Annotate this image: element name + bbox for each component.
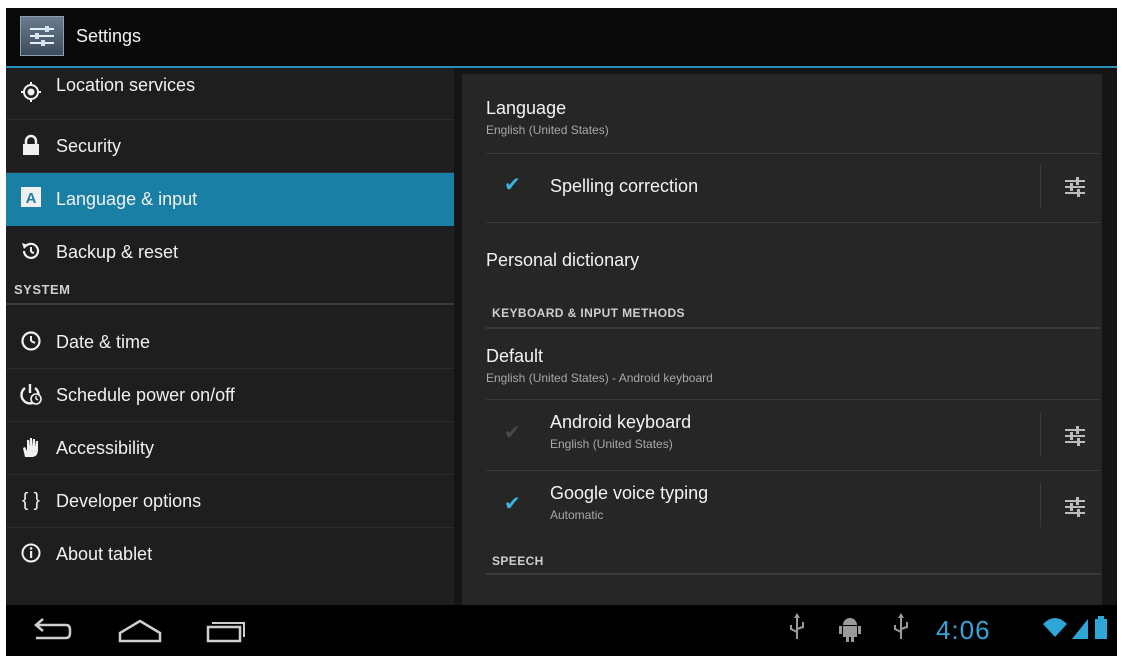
recent-apps-button-icon[interactable] — [204, 615, 246, 647]
app-title: Settings — [76, 26, 142, 46]
pref-android-keyboard-title: Android keyboard — [550, 412, 692, 432]
action-bar: Settings — [6, 8, 1117, 68]
usb-icon — [894, 613, 908, 639]
location-icon — [18, 81, 44, 105]
sidebar-item-backup-reset[interactable]: Backup & reset — [6, 226, 454, 279]
pref-language-title: Language — [486, 98, 567, 118]
pref-personal-dictionary[interactable]: Personal dictionary — [486, 250, 1101, 271]
android-debug-icon — [839, 618, 861, 642]
power-schedule-icon — [18, 383, 44, 407]
sidebar-item-label: Backup & reset — [56, 242, 179, 262]
settings-app-icon[interactable] — [20, 16, 64, 56]
sidebar-item-label: Developer options — [56, 491, 202, 511]
status-clock: 4:06 — [936, 615, 991, 645]
sidebar-item-date-time[interactable]: Date & time — [6, 316, 454, 369]
section-header-system: SYSTEM — [6, 275, 454, 305]
pref-dictionary-title: Personal dictionary — [486, 250, 640, 270]
sidebar-item-label: Location services — [56, 75, 196, 95]
sidebar-item-label: Security — [56, 136, 122, 156]
home-button-icon[interactable] — [116, 615, 164, 647]
back-button-icon[interactable] — [28, 615, 74, 647]
sidebar-item-label: Accessibility — [56, 438, 155, 458]
voice-typing-checkbox-icon[interactable]: ✔ — [504, 494, 522, 514]
hand-icon — [18, 436, 44, 460]
settings-detail-pane: Language English (United States) ✔ Spell… — [454, 68, 1117, 605]
sidebar-item-accessibility[interactable]: Accessibility — [6, 422, 454, 475]
android-keyboard-settings-icon[interactable] — [1062, 423, 1088, 449]
spelling-checkbox-icon[interactable]: ✔ — [504, 175, 522, 195]
usb-icon — [790, 613, 804, 639]
language-icon: A — [18, 187, 44, 211]
section-header-speech: SPEECH — [492, 554, 544, 568]
divider — [1040, 412, 1041, 456]
divider — [486, 327, 1101, 329]
pref-android-keyboard-summary: English (United States) — [550, 437, 673, 451]
pref-spelling-title: Spelling correction — [550, 176, 699, 196]
sidebar-item-about-tablet[interactable]: About tablet — [6, 528, 454, 581]
pref-default-summary: English (United States) - Android keyboa… — [486, 371, 713, 385]
settings-sidebar: Location services Security A Language & … — [6, 68, 454, 605]
pref-spelling-correction[interactable]: ✔ Spelling correction — [486, 154, 1101, 221]
voice-typing-settings-icon[interactable] — [1062, 494, 1088, 520]
divider — [486, 222, 1101, 223]
backup-icon — [18, 240, 44, 264]
divider — [486, 573, 1101, 575]
sidebar-item-security[interactable]: Security — [6, 120, 454, 173]
info-icon — [18, 542, 44, 566]
signal-icon — [1072, 619, 1088, 639]
svg-text:A: A — [26, 190, 37, 207]
sidebar-item-label: Date & time — [56, 332, 151, 352]
pref-voice-typing-summary: Automatic — [550, 508, 604, 522]
lock-icon — [18, 134, 44, 158]
sidebar-item-label: About tablet — [56, 544, 153, 564]
sidebar-item-location-services[interactable]: Location services — [6, 67, 454, 120]
battery-icon — [1095, 616, 1107, 639]
pref-voice-typing-title: Google voice typing — [550, 483, 709, 503]
navigation-bar: 4:06 — [6, 605, 1117, 656]
divider — [1040, 164, 1041, 208]
spelling-settings-icon[interactable] — [1062, 174, 1088, 200]
pref-android-keyboard[interactable]: ✔ Android keyboard English (United State… — [486, 400, 1101, 470]
preference-list: Language English (United States) ✔ Spell… — [462, 74, 1102, 605]
android-keyboard-checkbox-icon[interactable]: ✔ — [504, 423, 522, 443]
pref-default-title: Default — [486, 346, 544, 366]
divider — [1040, 483, 1041, 527]
wifi-icon — [1043, 618, 1067, 637]
braces-icon: { } — [22, 490, 40, 511]
sidebar-item-label: Schedule power on/off — [56, 385, 235, 405]
pref-google-voice-typing[interactable]: ✔ Google voice typing Automatic — [486, 471, 1101, 541]
sidebar-item-schedule-power[interactable]: Schedule power on/off — [6, 369, 454, 422]
section-header-keyboard: KEYBOARD & INPUT METHODS — [492, 306, 685, 320]
pref-language-summary: English (United States) — [486, 123, 609, 137]
screen: Settings Location services Security A La… — [6, 8, 1117, 656]
sidebar-item-developer-options[interactable]: { } Developer options — [6, 475, 454, 528]
clock-icon — [18, 330, 44, 354]
pref-language[interactable]: Language English (United States) — [486, 98, 1101, 137]
sidebar-item-label: Language & input — [56, 189, 198, 209]
sidebar-item-language-input[interactable]: A Language & input — [6, 173, 454, 226]
pref-default-keyboard[interactable]: Default English (United States) - Androi… — [486, 346, 1101, 385]
